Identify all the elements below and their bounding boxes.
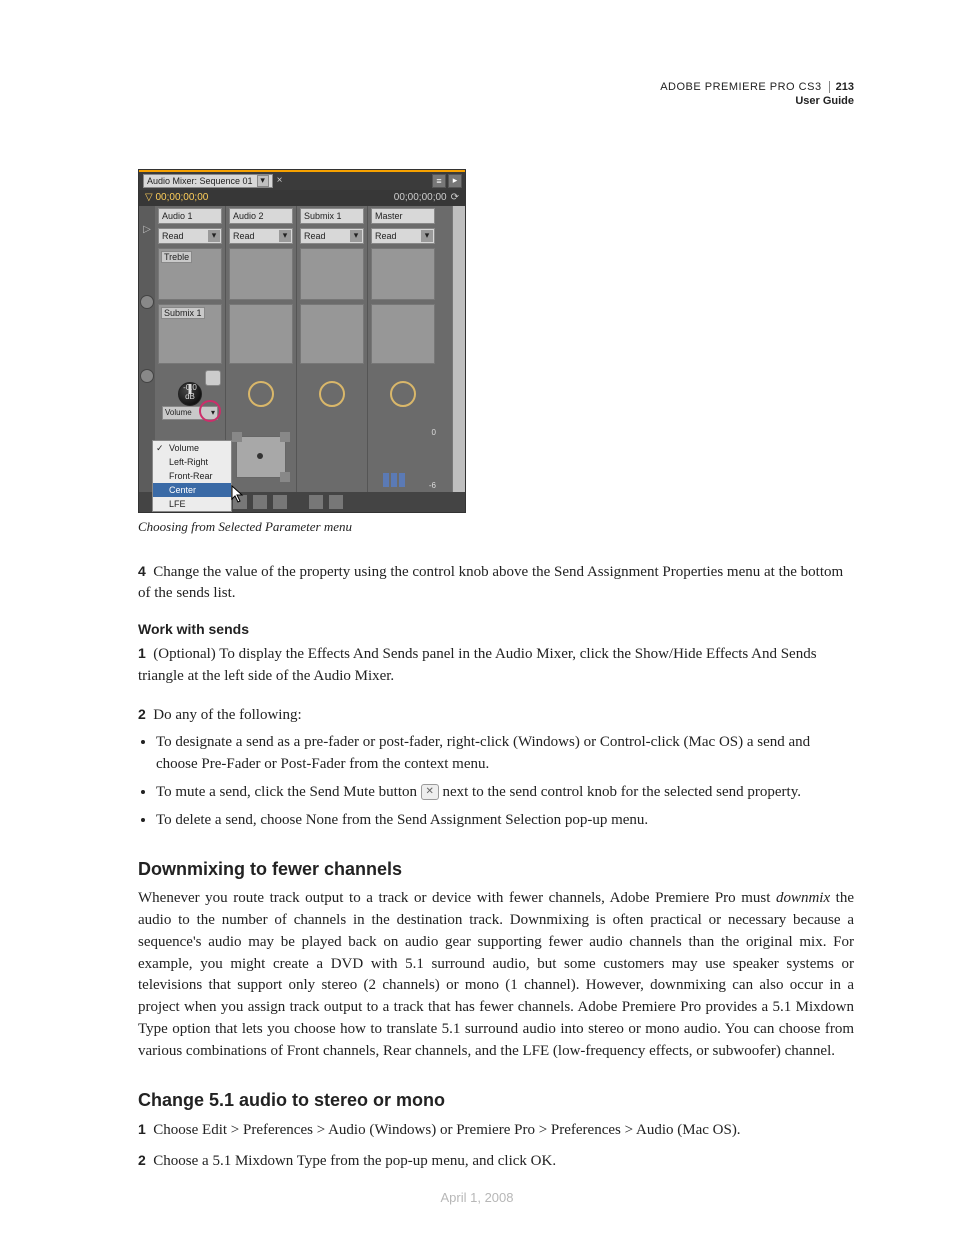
vertical-scrollbar[interactable] <box>452 206 465 492</box>
loop-icon[interactable]: ⟳ <box>451 192 459 203</box>
change51-step-2: 2 Choose a 5.1 Mixdown Type from the pop… <box>138 1150 854 1173</box>
heading-downmixing: Downmixing to fewer channels <box>138 859 854 880</box>
chevron-down-icon[interactable]: ▾ <box>350 230 362 242</box>
step-number: 4 <box>138 563 146 579</box>
pan-knob[interactable] <box>248 381 274 407</box>
chevron-down-icon[interactable]: ▾ <box>279 230 291 242</box>
sends-slot[interactable] <box>300 304 364 364</box>
disclosure-triangle-icon[interactable]: ▽ <box>145 192 153 203</box>
step-4: 4 Change the value of the property using… <box>138 561 854 606</box>
fx-rail-icon[interactable] <box>140 295 154 309</box>
track-name[interactable]: Master <box>371 208 435 224</box>
track-name[interactable]: Audio 2 <box>229 208 293 224</box>
step-number: 1 <box>138 645 146 661</box>
solo-icon[interactable] <box>253 495 267 509</box>
guide-label: User Guide <box>795 95 854 107</box>
mute-icon[interactable] <box>309 495 323 509</box>
list-item: To designate a send as a pre-fader or po… <box>156 732 854 776</box>
heading-change-51: Change 5.1 audio to stereo or mono <box>138 1090 854 1111</box>
sends-step-2: 2 Do any of the following: <box>138 704 854 727</box>
timecode-right: 00;00;00;00 <box>394 192 447 203</box>
send-label: Submix 1 <box>161 307 205 319</box>
sends-rail-icon[interactable] <box>140 369 154 383</box>
track-name[interactable]: Submix 1 <box>300 208 364 224</box>
automation-mode[interactable]: Read▾ <box>229 228 293 244</box>
panel-tabbar: Audio Mixer: Sequence 01 ▾ × ≡ ▸ <box>139 170 465 190</box>
timecode-left: 00;00;00;00 <box>155 192 208 203</box>
panel-menu-icon[interactable]: ≡ <box>432 174 446 188</box>
chevron-down-icon: ▾ <box>211 408 215 417</box>
audio-mixer-panel: Audio Mixer: Sequence 01 ▾ × ≡ ▸ ▽ 00;00… <box>138 169 466 513</box>
effects-slot[interactable] <box>371 248 435 300</box>
step-number: 2 <box>138 706 146 722</box>
sends-slot[interactable] <box>371 304 435 364</box>
knob-db: -0.0 <box>183 383 197 392</box>
effect-label: Treble <box>161 251 192 263</box>
menu-item-front-rear[interactable]: Front-Rear <box>153 469 231 483</box>
panel-flyout-icon[interactable]: ▸ <box>448 174 462 188</box>
chevron-down-icon[interactable]: ▾ <box>421 230 433 242</box>
master-minus6-label: -6 <box>429 481 436 490</box>
volume-dd-label: Volume <box>165 408 192 417</box>
automation-mode[interactable]: Read▾ <box>158 228 222 244</box>
list-item: To mute a send, click the Send Mute butt… <box>156 782 854 804</box>
page-number: 213 <box>829 81 854 93</box>
effects-slot[interactable] <box>229 248 293 300</box>
channel-submix-1: Submix 1 Read▾ <box>297 206 368 492</box>
solo-icon[interactable] <box>329 495 343 509</box>
sends-slot[interactable] <box>229 304 293 364</box>
panel-tab[interactable]: Audio Mixer: Sequence 01 ▾ <box>143 174 273 188</box>
effects-slot[interactable] <box>300 248 364 300</box>
master-meter <box>383 427 423 487</box>
footer-date: April 1, 2008 <box>0 1190 954 1205</box>
menu-item-volume[interactable]: ✓Volume <box>153 441 231 455</box>
send-mute-icon: ✕ <box>421 784 439 800</box>
emphasis-downmix: downmix <box>776 890 830 906</box>
sends-step-1: 1 (Optional) To display the Effects And … <box>138 643 854 688</box>
selected-parameter-dropdown[interactable]: Volume ▾ <box>162 406 218 420</box>
sends-slot[interactable]: Submix 1 <box>158 304 222 364</box>
track-name[interactable]: Audio 1 <box>158 208 222 224</box>
panel-title: Audio Mixer: Sequence 01 <box>147 176 253 186</box>
selected-parameter-menu[interactable]: ✓Volume Left-Right Front-Rear Center LFE <box>152 440 232 512</box>
figure-caption: Choosing from Selected Parameter menu <box>138 519 854 535</box>
automation-mode[interactable]: Read▾ <box>300 228 364 244</box>
step-number: 1 <box>138 1121 146 1137</box>
change51-step-1: 1 Choose Edit > Preferences > Audio (Win… <box>138 1119 854 1142</box>
knob-unit: dB <box>185 392 195 401</box>
automation-mode[interactable]: Read▾ <box>371 228 435 244</box>
pan-knob[interactable] <box>319 381 345 407</box>
product-name: ADOBE PREMIERE PRO CS3 <box>660 81 821 93</box>
channel-master: Master Read▾ 0 -6 <box>368 206 438 492</box>
figure-audio-mixer: Audio Mixer: Sequence 01 ▾ × ≡ ▸ ▽ 00;00… <box>138 169 854 513</box>
chevron-down-icon[interactable]: ▾ <box>208 230 220 242</box>
check-icon: ✓ <box>156 443 164 454</box>
pan-knob[interactable] <box>390 381 416 407</box>
menu-item-center[interactable]: Center <box>153 483 231 497</box>
toggle-triangle-icon[interactable]: ▷ <box>143 224 151 235</box>
sends-bullet-list: To designate a send as a pre-fader or po… <box>138 732 854 831</box>
step-number: 2 <box>138 1152 146 1168</box>
page-header: ADOBE PREMIERE PRO CS3 213 User Guide <box>138 80 854 109</box>
downmix-paragraph: Whenever you route track output to a tra… <box>138 888 854 1062</box>
list-item: To delete a send, choose None from the S… <box>156 810 854 832</box>
channel-audio-2: Audio 2 Read▾ <box>226 206 297 492</box>
menu-item-lfe[interactable]: LFE <box>153 497 231 511</box>
master-zero-label: 0 <box>432 428 436 437</box>
subhead-work-with-sends: Work with sends <box>138 621 854 637</box>
send-knob-area: -0.0 dB Volume ▾ <box>155 366 225 422</box>
surround-panner[interactable] <box>226 422 296 492</box>
record-icon[interactable] <box>273 495 287 509</box>
cursor-icon <box>231 485 247 505</box>
tab-dropdown-icon[interactable]: ▾ <box>257 175 269 187</box>
menu-item-left-right[interactable]: Left-Right <box>153 455 231 469</box>
effects-slot[interactable]: Treble <box>158 248 222 300</box>
timecode-bar: ▽ 00;00;00;00 00;00;00;00 ⟳ <box>139 190 465 206</box>
close-icon[interactable]: × <box>277 175 283 186</box>
